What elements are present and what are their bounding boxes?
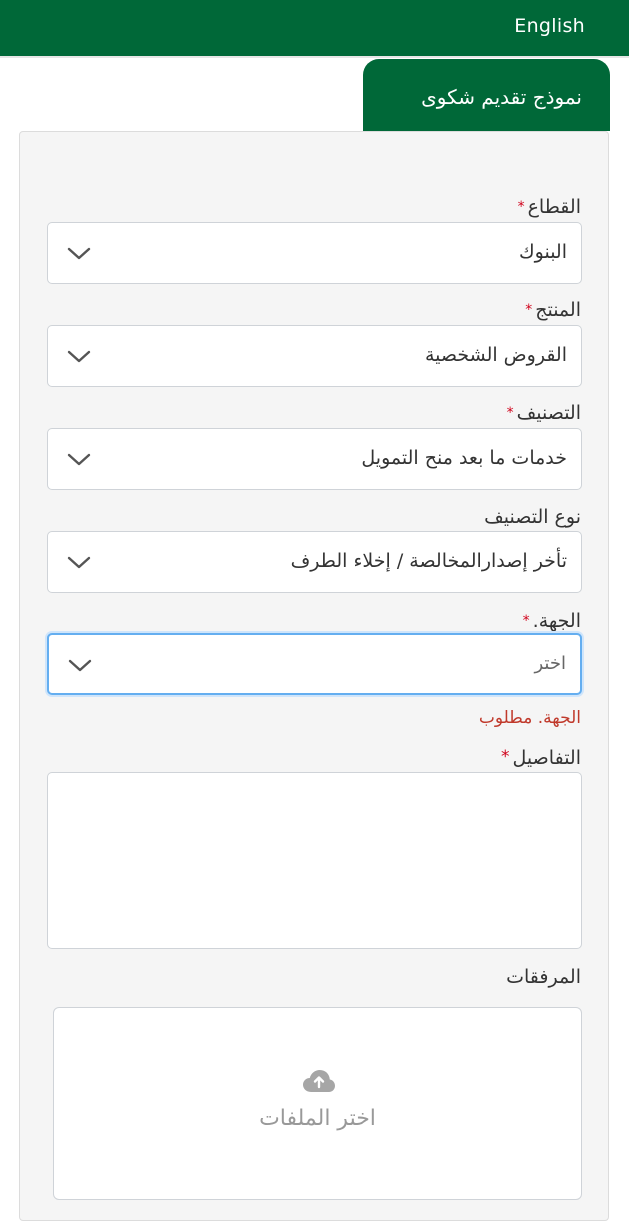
entity-select-placeholder: اختر [534,653,567,674]
sector-select-value: البنوك [518,241,567,263]
attachments-label-text: المرفقات [506,966,581,988]
required-mark: * [517,199,525,215]
attachments-label: المرفقات [506,966,581,988]
choose-files-label[interactable]: اختر الملفات [54,1106,581,1131]
language-switch-link[interactable]: English [514,15,585,37]
details-label: التفاصيل* [501,747,581,769]
required-mark: * [506,405,514,421]
category-select[interactable]: خدمات ما بعد منح التمويل [47,428,582,490]
chevron-down-icon [67,350,91,363]
cloud-upload-icon [303,1070,335,1092]
product-select-value: القروض الشخصية [424,344,567,366]
category-type-label: نوع التصنيف [484,506,581,528]
sector-label-text: القطاع [527,196,581,218]
chevron-down-icon [67,453,91,466]
sector-select[interactable]: البنوك [47,222,582,284]
top-bar: English [0,0,629,58]
product-label-text: المنتج [535,299,581,321]
category-label: التصنيف* [507,402,581,424]
required-mark: * [525,302,533,318]
category-label-text: التصنيف [516,402,581,424]
required-mark: * [522,613,530,629]
category-type-select[interactable]: تأخر إصدارالمخالصة / إخلاء الطرف [47,531,582,593]
chevron-down-icon [68,659,92,672]
entity-error-message: الجهة. مطلوب [478,708,581,728]
category-select-value: خدمات ما بعد منح التمويل [361,447,567,469]
sector-label: القطاع* [518,196,581,218]
category-type-select-value: تأخر إصدارالمخالصة / إخلاء الطرف [290,550,567,572]
entity-select[interactable]: اختر [47,633,582,695]
details-label-text: التفاصيل [512,747,581,769]
product-select[interactable]: القروض الشخصية [47,325,582,387]
details-textarea[interactable] [47,772,582,949]
form-tab-title: نموذج تقديم شكوى [363,59,610,131]
required-mark: * [501,747,510,767]
chevron-down-icon [67,556,91,569]
chevron-down-icon [67,247,91,260]
product-label: المنتج* [525,299,581,321]
entity-label-text: الجهة. [532,610,581,632]
file-upload-dropzone[interactable]: اختر الملفات [53,1007,582,1200]
entity-label: الجهة.* [523,610,581,632]
category-type-label-text: نوع التصنيف [484,506,581,528]
